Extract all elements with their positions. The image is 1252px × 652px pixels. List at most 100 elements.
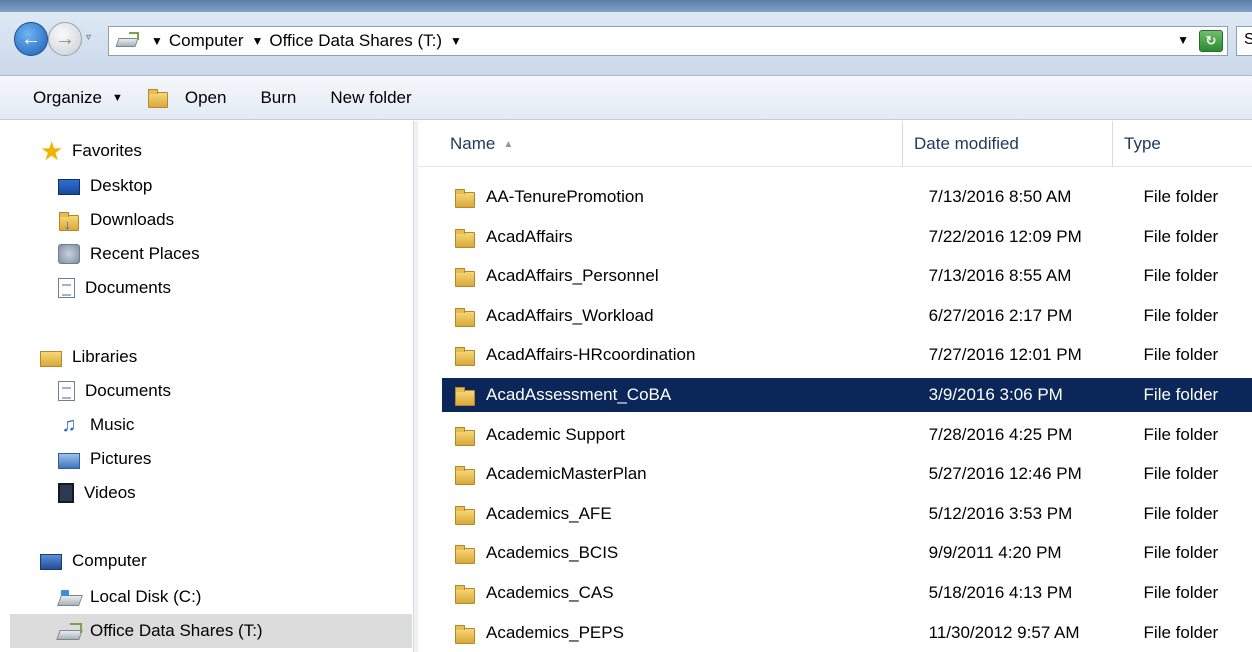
file-date-modified: 7/13/2016 8:50 AM [928,187,1072,206]
folder-icon [454,345,475,366]
column-type-label: Type [1124,134,1161,153]
nav-office-data-shares-label: Office Data Shares (T:) [90,621,263,640]
computer-icon [40,554,62,570]
nav-music[interactable]: ♫ Music [58,415,135,435]
file-date-modified: 7/27/2016 12:01 PM [928,345,1082,364]
breadcrumb-chevron-icon[interactable]: ▼ [450,34,462,48]
nav-office-data-shares[interactable]: Office Data Shares (T:) [10,614,412,648]
file-name: AcadAffairs [486,227,573,246]
folder-icon [454,583,475,604]
file-date-modified: 7/22/2016 12:09 PM [928,227,1082,246]
folder-icon [454,227,475,248]
nav-local-disk[interactable]: Local Disk (C:) [58,587,201,607]
open-label: Open [184,87,227,107]
table-row[interactable]: Academics_AFE 5/12/2016 3:53 PM File folde… [442,497,1252,531]
nav-pictures[interactable]: Pictures [58,449,151,469]
breadcrumb-office-data-shares[interactable]: Office Data Shares (T:) [269,31,442,51]
forward-button[interactable]: → [48,22,82,56]
file-name: Academics_AFE [486,504,612,523]
star-icon: ★ [40,136,64,166]
file-type: File folder [1143,266,1219,285]
file-name: AcadAffairs-HRcoordination [486,345,696,364]
address-bar-row: ← → ▿ ▼ Computer ▼ Office Data Shares (T… [0,12,1252,76]
back-arrow-icon: ← [21,27,41,50]
desktop-icon [58,179,80,195]
nav-pictures-label: Pictures [90,449,152,468]
folder-icon [454,266,475,287]
back-button[interactable]: ← [14,22,48,56]
documents-icon [58,278,75,298]
file-date-modified: 5/18/2016 4:13 PM [928,583,1073,602]
address-bar[interactable]: ▼ Computer ▼ Office Data Shares (T:) ▼ ▼… [108,26,1228,56]
file-name: AcadAssessment_CoBA [486,385,672,404]
nav-computer[interactable]: Computer [40,551,147,571]
folder-icon [454,385,475,406]
pictures-icon [58,452,80,469]
column-name-label: Name [450,134,496,153]
burn-button[interactable]: Burn [260,88,296,108]
folder-icon [454,504,475,525]
table-row[interactable]: Academics_CAS 5/18/2016 4:13 PM File folde… [442,576,1252,610]
forward-arrow-icon: → [55,27,75,50]
nav-libraries-label: Libraries [72,347,138,366]
file-type: File folder [1143,345,1219,364]
file-name: Academics_BCIS [486,543,619,562]
table-row[interactable]: AcademicMasterPlan 5/27/2016 12:46 PM File… [442,457,1252,491]
file-type: File folder [1143,425,1219,444]
table-row[interactable]: AcadAffairs 7/22/2016 12:09 PM File folder [442,220,1252,254]
table-row[interactable]: AA-TenurePromotion 7/13/2016 8:50 AM File … [442,180,1252,214]
search-input[interactable]: S [1236,26,1252,56]
table-row[interactable]: Academics_PEPS 11/30/2012 9:57 AM File fol… [442,616,1252,650]
recent-places-icon [58,244,80,264]
breadcrumb: ▼ Computer ▼ Office Data Shares (T:) ▼ [151,31,468,51]
local-disk-icon [58,587,80,607]
file-date-modified: 5/27/2016 12:46 PM [928,464,1082,483]
column-header-date-modified[interactable]: Date modified [903,121,1113,167]
table-row[interactable]: AcadAffairs-HRcoordination 7/27/2016 12:0… [442,338,1252,372]
breadcrumb-chevron-icon[interactable]: ▼ [151,34,163,48]
table-row[interactable]: AcadAffairs_Workload 6/27/2016 2:17 PM Fil… [442,299,1252,333]
nav-documents-label: Documents [85,278,171,297]
folder-icon [454,187,475,208]
file-date-modified: 11/30/2012 9:57 AM [928,623,1080,642]
nav-videos[interactable]: Videos [58,483,136,503]
new-folder-button[interactable]: New folder [330,88,411,108]
table-row[interactable]: Academics_BCIS 9/9/2011 4:20 PM File folde… [442,536,1252,570]
file-date-modified: 3/9/2016 3:06 PM [928,385,1063,404]
table-row[interactable]: Academic Support 7/28/2016 4:25 PM File fo… [442,418,1252,452]
organize-label: Organize [33,87,102,107]
breadcrumb-computer[interactable]: Computer [169,31,244,51]
nav-recent-places[interactable]: Recent Places [58,244,200,264]
file-name: AcadAffairs_Workload [486,306,654,325]
nav-downloads[interactable]: ↓ Downloads [58,210,174,232]
file-name: Academics_CAS [486,583,614,602]
nav-library-documents[interactable]: Documents [58,381,171,401]
downloads-icon: ↓ [58,210,80,232]
file-name: Academics_PEPS [486,623,624,642]
refresh-button[interactable]: ↻ [1199,30,1223,52]
network-drive-icon [58,621,82,641]
file-date-modified: 9/9/2011 4:20 PM [928,543,1062,562]
table-row[interactable]: AcadAssessment_CoBA 3/9/2016 3:06 PM File … [442,378,1252,412]
nav-favorites-documents[interactable]: Documents [58,278,171,298]
nav-local-disk-label: Local Disk (C:) [90,587,202,606]
command-toolbar: Organize ▼ Open Burn New folder [0,76,1252,120]
libraries-icon [40,350,62,367]
organize-button[interactable]: Organize ▼ [33,88,123,108]
recent-pages-dropdown-icon[interactable]: ▿ [86,32,91,43]
address-dropdown-icon[interactable]: ▼ [1177,33,1189,47]
organize-dropdown-icon: ▼ [111,91,123,104]
burn-label: Burn [260,87,297,107]
column-header-type[interactable]: Type [1113,121,1252,167]
file-date-modified: 7/13/2016 8:55 AM [928,266,1072,285]
open-button[interactable]: Open [147,87,227,109]
table-row[interactable]: AcadAffairs_Personnel 7/13/2016 8:55 AM Fi… [442,259,1252,293]
nav-desktop[interactable]: Desktop [58,176,152,196]
column-headers: Name ▲ Date modified Type [418,121,1252,167]
nav-recent-places-label: Recent Places [90,244,200,263]
column-header-name[interactable]: Name ▲ [418,121,903,167]
refresh-icon: ↻ [1205,33,1217,48]
nav-libraries[interactable]: Libraries [40,347,137,367]
nav-favorites[interactable]: ★ Favorites [40,136,142,166]
breadcrumb-chevron-icon[interactable]: ▼ [252,34,264,48]
